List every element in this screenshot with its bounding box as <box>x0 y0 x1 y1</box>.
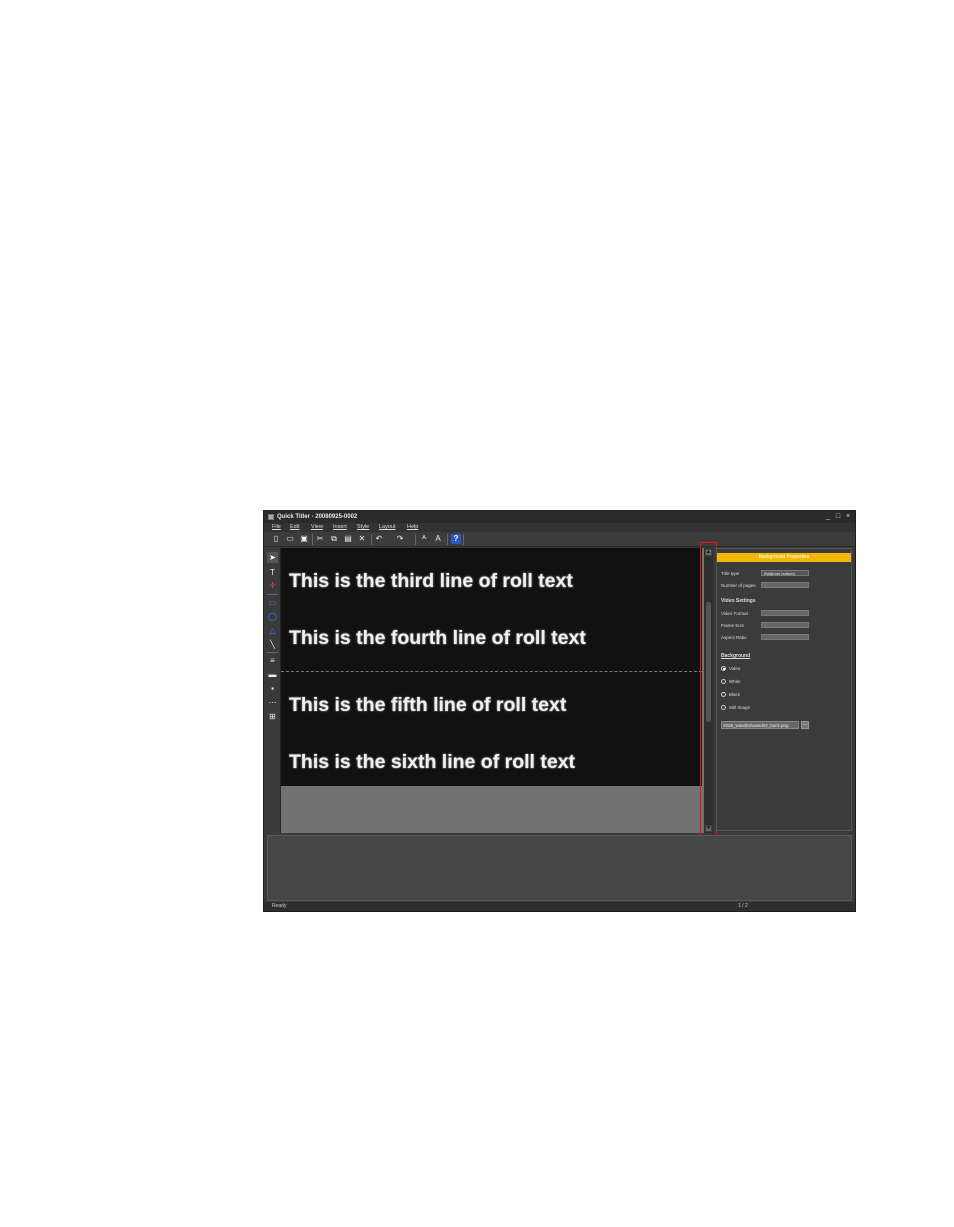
frame-size-field <box>761 622 809 628</box>
page-break-line <box>281 671 702 672</box>
triangle-tool-icon[interactable]: △ <box>267 625 278 636</box>
bg-black-radio[interactable] <box>721 692 726 697</box>
window-title: Quick Titler - 20080925-0002 <box>277 514 358 520</box>
toolbar-separator <box>371 534 372 545</box>
text-tool-icon[interactable]: T <box>267 567 278 578</box>
close-button[interactable]: × <box>844 511 852 523</box>
toolbar-separator <box>463 534 464 545</box>
title-canvas[interactable]: This is the third line of roll text This… <box>281 548 704 833</box>
paste-icon[interactable]: ▤ <box>343 534 353 544</box>
bg-white-label: White <box>729 679 741 684</box>
app-icon <box>268 514 274 520</box>
bg-still-image-label: Still Image <box>729 705 751 710</box>
video-format-label: Video Format <box>721 611 748 616</box>
bg-video-label: Video <box>729 666 741 671</box>
roll-text-line[interactable]: This is the third line of roll text <box>289 570 573 593</box>
toolbar-separator <box>447 534 448 545</box>
save-icon[interactable]: ▣ <box>299 534 309 544</box>
text-style-icon[interactable]: A <box>433 534 443 544</box>
copy-icon[interactable]: ⧉ <box>329 534 339 544</box>
style-icon[interactable]: ᴬ <box>419 534 429 544</box>
background-section[interactable]: Background <box>721 653 750 659</box>
bg-still-image-radio[interactable] <box>721 705 726 710</box>
title-type-select[interactable]: Roll(from bottom) <box>761 570 809 576</box>
menu-file[interactable]: File <box>272 523 281 532</box>
tool-palette: ➤ T ✛ ▭ ◯ △ ╲ ≡ ▬ ▪ ⋯ ⊞ <box>264 547 281 833</box>
select-tool-icon[interactable]: ➤ <box>267 552 278 563</box>
timeline-area[interactable] <box>267 835 852 901</box>
help-icon[interactable]: ? <box>451 534 461 544</box>
maximize-button[interactable]: □ <box>834 511 842 523</box>
bg-white-radio[interactable] <box>721 679 726 684</box>
browse-button[interactable]: ... <box>801 721 809 729</box>
redo-icon[interactable]: ↷ <box>395 534 405 544</box>
roll-text-line[interactable]: This is the sixth line of roll text <box>289 751 575 774</box>
bg-black-label: Black <box>729 692 741 697</box>
frame-size-label: Frame Size <box>721 623 745 628</box>
properties-panel: Background Properties Title type Roll(fr… <box>716 548 852 831</box>
open-icon[interactable]: ▭ <box>285 534 295 544</box>
properties-header: Background Properties <box>717 553 851 562</box>
bg-video-radio[interactable] <box>721 666 726 671</box>
new-icon[interactable]: ▯ <box>271 534 281 544</box>
menu-bar: File Edit View Insert Style Layout Help <box>264 523 855 532</box>
tool-separator <box>267 594 278 595</box>
layer-tool-icon[interactable]: ▬ <box>267 669 278 680</box>
ellipse-tool-icon[interactable]: ◯ <box>267 611 278 622</box>
position-tool-icon[interactable]: ✛ <box>267 580 278 591</box>
quick-titler-window: Quick Titler - 20080925-0002 _ □ × File … <box>263 510 856 912</box>
cut-icon[interactable]: ✂ <box>315 534 325 544</box>
table-tool-icon[interactable]: ⊞ <box>267 711 278 722</box>
still-image-path-field[interactable]: 2026_wasd02\wasd02_back.png <box>721 721 799 729</box>
toolbar-separator <box>415 534 416 545</box>
line-tool-icon[interactable]: ╲ <box>267 639 278 650</box>
title-bar: Quick Titler - 20080925-0002 _ □ × <box>264 511 855 523</box>
pages-stepper[interactable] <box>761 582 809 588</box>
menu-style[interactable]: Style <box>357 523 369 532</box>
tool-separator <box>267 652 278 653</box>
toolbar: ▯ ▭ ▣ ✂ ⧉ ▤ ✕ ↶ ↷ ᴬ A ? <box>264 532 855 547</box>
status-text: Ready <box>272 903 287 909</box>
minimize-button[interactable]: _ <box>824 511 832 523</box>
undo-icon[interactable]: ↶ <box>374 534 384 544</box>
menu-view[interactable]: View <box>311 523 323 532</box>
video-preview-area: This is the third line of roll text This… <box>281 548 702 786</box>
grid-tool-icon[interactable]: ⋯ <box>267 697 278 708</box>
menu-insert[interactable]: Insert <box>333 523 347 532</box>
page-indicator: 1 / 2 <box>738 903 748 909</box>
roll-text-line[interactable]: This is the fifth line of roll text <box>289 694 566 717</box>
title-type-label: Title type <box>721 571 740 576</box>
align-tool-icon[interactable]: ≡ <box>267 655 278 666</box>
delete-icon[interactable]: ✕ <box>357 534 367 544</box>
menu-layout[interactable]: Layout <box>379 523 396 532</box>
video-settings-section[interactable]: Video Settings <box>721 598 756 604</box>
pages-label: Number of pages <box>721 583 756 588</box>
aspect-ratio-field <box>761 634 809 640</box>
status-bar: Ready 1 / 2 <box>264 902 855 911</box>
highlight-callout <box>700 542 717 838</box>
video-format-field <box>761 610 809 616</box>
roll-text-line[interactable]: This is the fourth line of roll text <box>289 627 586 650</box>
menu-help[interactable]: Help <box>407 523 418 532</box>
rectangle-tool-icon[interactable]: ▭ <box>267 597 278 608</box>
image-tool-icon[interactable]: ▪ <box>267 683 278 694</box>
aspect-ratio-label: Aspect Ratio <box>721 635 747 640</box>
toolbar-separator <box>312 534 313 545</box>
menu-edit[interactable]: Edit <box>290 523 299 532</box>
